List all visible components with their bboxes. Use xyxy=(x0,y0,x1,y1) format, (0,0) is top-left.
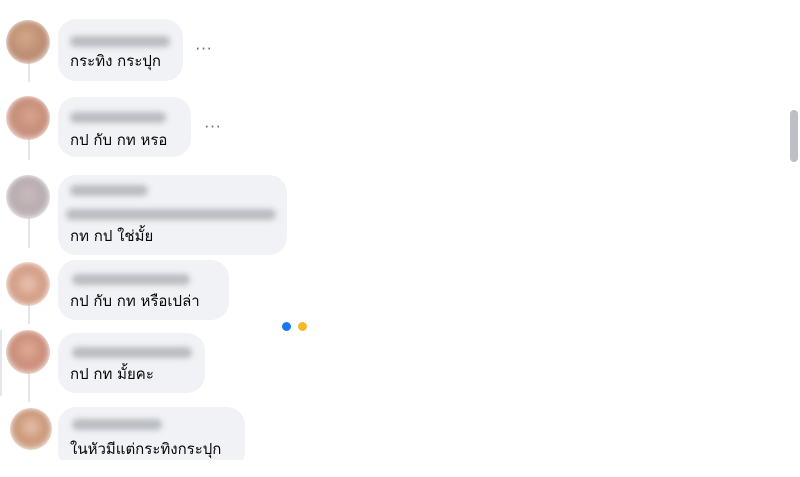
author-name-redacted xyxy=(70,36,170,47)
author-name-redacted xyxy=(66,209,276,220)
author-name-redacted xyxy=(70,185,148,196)
avatar[interactable] xyxy=(10,408,52,450)
author-name-redacted xyxy=(72,419,162,430)
thread-connector xyxy=(0,330,2,396)
comment-bubble[interactable]: กท กป ใช่มั้ย xyxy=(58,175,287,255)
comment-bubble[interactable]: กป กับ กท หรอ xyxy=(58,97,191,157)
avatar[interactable] xyxy=(6,330,50,374)
thread-connector xyxy=(28,218,30,248)
more-options-button[interactable]: ··· xyxy=(200,120,226,140)
avatar[interactable] xyxy=(6,262,50,306)
comment-bubble[interactable]: กป กับ กท หรือเปล่า xyxy=(58,260,229,320)
thread-connector xyxy=(28,138,30,160)
author-name-redacted xyxy=(70,112,166,123)
more-options-button[interactable]: ··· xyxy=(191,42,217,62)
comment-text: ในหัวมีแต่กระทิงกระปุก xyxy=(70,440,222,458)
comment-bubble[interactable]: กป กท มั้ยคะ xyxy=(58,333,205,393)
like-reaction-icon[interactable] xyxy=(282,322,291,331)
author-name-redacted xyxy=(72,347,192,358)
comment-text: กป กับ กท หรือเปล่า xyxy=(70,292,200,310)
scrollbar-thumb[interactable] xyxy=(790,110,798,162)
author-name-redacted xyxy=(72,274,190,285)
comment-text: กท กป ใช่มั้ย xyxy=(70,227,154,245)
thread-connector xyxy=(28,372,30,402)
haha-reaction-icon[interactable] xyxy=(298,322,307,331)
comment-text: กป กท มั้ยคะ xyxy=(70,365,154,383)
avatar[interactable] xyxy=(6,175,50,219)
avatar[interactable] xyxy=(6,96,50,140)
avatar[interactable] xyxy=(6,20,50,64)
comment-text: กป กับ กท หรอ xyxy=(70,131,168,149)
comment-thread: กระทิง กระปุก ··· กป กับ กท หรอ ··· กท ก… xyxy=(0,0,800,477)
comment-text: กระทิง กระปุก xyxy=(70,52,161,70)
comment-bubble[interactable]: กระทิง กระปุก xyxy=(58,19,183,81)
viewport-bottom-edge xyxy=(0,460,800,477)
